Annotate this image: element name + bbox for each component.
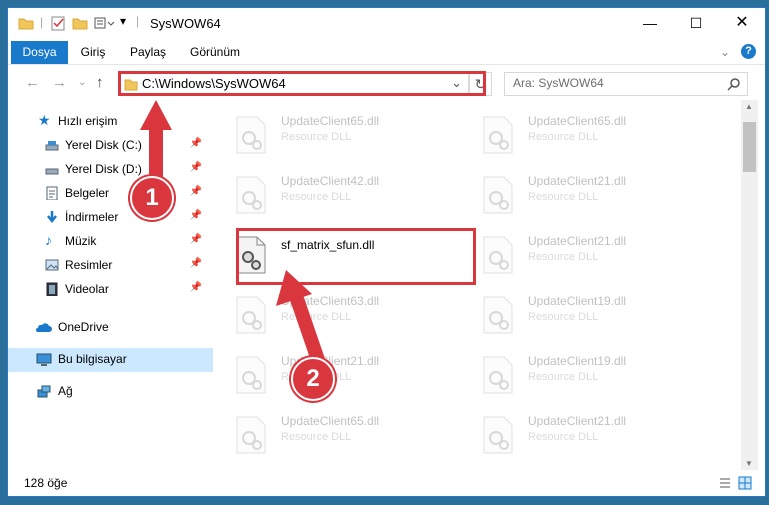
step-badge-1: 1 bbox=[130, 176, 174, 220]
arrow-1-head bbox=[140, 100, 172, 130]
arrow-2-shaft bbox=[289, 293, 325, 363]
annotation-layer bbox=[140, 100, 325, 363]
step-badge-2: 2 bbox=[291, 357, 335, 401]
